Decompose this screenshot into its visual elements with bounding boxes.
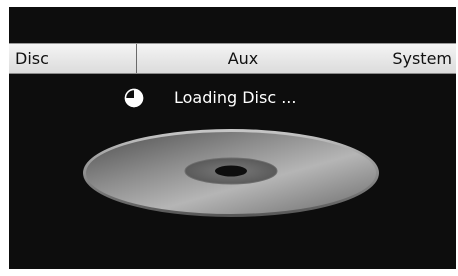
menu-item-aux[interactable]: Aux	[137, 44, 349, 73]
menu-item-system[interactable]: System	[392, 44, 452, 73]
menu-item-disc[interactable]: Disc	[15, 44, 49, 73]
disc-icon	[81, 127, 381, 219]
loading-pie-icon	[124, 88, 144, 108]
loading-status: Loading Disc ...	[124, 87, 296, 109]
display-screen: Disc Aux System Loading Disc ...	[9, 7, 456, 269]
loading-status-text: Loading Disc ...	[174, 88, 297, 107]
main-menu-bar: Disc Aux System	[9, 43, 456, 74]
